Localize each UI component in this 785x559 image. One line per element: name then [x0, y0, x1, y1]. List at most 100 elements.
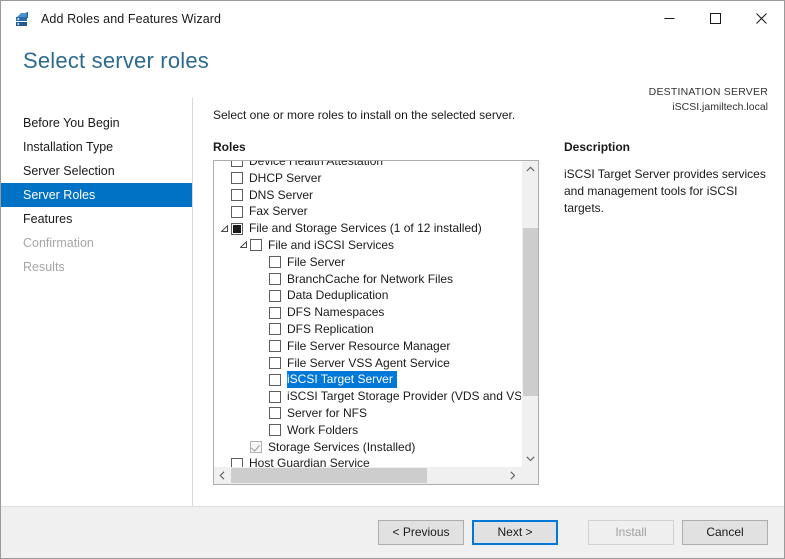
maximize-button[interactable]	[692, 1, 738, 36]
checkbox-unchecked[interactable]	[269, 256, 281, 269]
triangle-expanded-icon[interactable]	[218, 224, 231, 233]
roles-tree-vertical-scrollbar[interactable]	[521, 161, 538, 467]
tree-row-label: Server for NFS	[287, 405, 368, 420]
tree-row-label: Storage Services (Installed)	[268, 439, 416, 454]
wizard-window: Add Roles and Features Wizard Select ser…	[0, 0, 785, 559]
tree-row[interactable]: DNS Server	[214, 187, 521, 204]
sidebar-item-server-selection[interactable]: Server Selection	[1, 159, 192, 183]
chevron-left-icon[interactable]	[214, 467, 231, 484]
tree-row[interactable]: Data Deduplication	[214, 287, 521, 304]
tree-row-label: DHCP Server	[249, 170, 322, 185]
checkbox-unchecked[interactable]	[269, 323, 281, 336]
cancel-button[interactable]: Cancel	[682, 520, 768, 545]
sidebar-item-results: Results	[23, 260, 65, 274]
main-content: Select one or more roles to install on t…	[193, 98, 784, 506]
tree-row-label: BranchCache for Network Files	[287, 271, 454, 286]
tree-row-label: iSCSI Target Server	[287, 371, 397, 389]
tree-row-label: File Server VSS Agent Service	[287, 355, 450, 370]
title-bar: Add Roles and Features Wizard	[1, 1, 784, 36]
tree-row-label: Host Guardian Service	[249, 456, 370, 467]
checkbox-unchecked[interactable]	[231, 161, 243, 168]
scrollbar-corner	[521, 467, 538, 484]
previous-button[interactable]: < Previous	[378, 520, 464, 545]
tree-row[interactable]: iSCSI Target Server	[214, 371, 521, 389]
checkbox-unchecked[interactable]	[269, 289, 281, 302]
tree-row[interactable]: Host Guardian Service	[214, 455, 521, 467]
tree-row-label: DNS Server	[249, 187, 314, 202]
tree-row-label: File and iSCSI Services	[268, 237, 395, 252]
tree-row-label: DFS Namespaces	[287, 305, 385, 320]
tree-row-label: DFS Replication	[287, 321, 374, 336]
horizontal-scroll-thumb[interactable]	[231, 468, 427, 483]
tree-row[interactable]: File Server VSS Agent Service	[214, 355, 521, 372]
tree-row[interactable]: DFS Replication	[214, 321, 521, 338]
sidebar-item-installation-type[interactable]: Installation Type	[1, 135, 192, 159]
description-label: Description	[564, 140, 631, 154]
tree-row[interactable]: File Server	[214, 254, 521, 271]
roles-tree[interactable]: Device Health Attestation DHCP Server DNS …	[213, 160, 539, 485]
tree-row[interactable]: Storage Services (Installed)	[214, 439, 521, 456]
next-button[interactable]: Next >	[472, 520, 558, 545]
tree-row-label: Data Deduplication	[287, 288, 389, 303]
tree-row[interactable]: Device Health Attestation	[214, 161, 521, 170]
roles-label: Roles	[213, 140, 246, 154]
checkbox-unchecked[interactable]	[231, 457, 243, 467]
chevron-up-icon[interactable]	[522, 161, 538, 178]
tree-row[interactable]: Work Folders	[214, 422, 521, 439]
sidebar-item-server-roles[interactable]: Server Roles	[1, 183, 192, 207]
tree-row-label: File Server Resource Manager	[287, 338, 451, 353]
tree-row-label: Work Folders	[287, 422, 359, 437]
tree-row[interactable]: BranchCache for Network Files	[214, 271, 521, 288]
wizard-steps-nav: Before You Begin Installation Type Serve…	[1, 98, 193, 506]
checkbox-unchecked[interactable]	[231, 205, 243, 218]
wizard-footer: < Previous Next > Install Cancel	[1, 506, 784, 558]
description-column: Description iSCSI Target Server provides…	[539, 140, 784, 485]
checkbox-unchecked[interactable]	[250, 239, 262, 252]
tree-row-label: Device Health Attestation	[249, 161, 384, 168]
sidebar-item-before-you-begin[interactable]: Before You Begin	[1, 111, 192, 135]
checkbox-unchecked[interactable]	[269, 306, 281, 319]
window-controls	[646, 1, 784, 36]
tree-row[interactable]: Fax Server	[214, 203, 521, 220]
page-header: Select server roles DESTINATION SERVER i…	[1, 36, 784, 113]
sidebar-item-features[interactable]: Features	[1, 207, 192, 231]
tree-row-label: File and Storage Services (1 of 12 insta…	[249, 221, 482, 236]
checkbox-checked-disabled	[250, 440, 262, 453]
close-button[interactable]	[738, 1, 784, 36]
tree-row[interactable]: File and Storage Services (1 of 12 insta…	[214, 220, 521, 237]
vertical-scroll-thumb[interactable]	[523, 228, 538, 396]
chevron-down-icon[interactable]	[522, 450, 538, 467]
checkbox-unchecked[interactable]	[269, 272, 281, 285]
tree-row[interactable]: iSCSI Target Storage Provider (VDS and V…	[214, 388, 521, 405]
checkbox-unchecked[interactable]	[231, 188, 243, 201]
triangle-expanded-icon[interactable]	[237, 241, 250, 249]
window-title: Add Roles and Features Wizard	[41, 11, 222, 26]
checkbox-unchecked[interactable]	[269, 356, 281, 369]
roles-tree-viewport: Device Health Attestation DHCP Server DNS …	[214, 161, 521, 467]
tree-row-label: File Server	[287, 254, 346, 269]
tree-row[interactable]: DHCP Server	[214, 170, 521, 187]
sidebar-item-confirmation: Confirmation	[23, 236, 94, 250]
tree-row[interactable]: Server for NFS	[214, 405, 521, 422]
checkbox-unchecked[interactable]	[269, 407, 281, 420]
instruction-text: Select one or more roles to install on t…	[213, 108, 516, 122]
checkbox-partial[interactable]	[231, 222, 243, 235]
roles-tree-horizontal-scrollbar[interactable]	[214, 467, 521, 484]
chevron-right-icon[interactable]	[504, 467, 521, 484]
server-manager-icon	[14, 10, 32, 28]
checkbox-unchecked[interactable]	[269, 340, 281, 353]
minimize-button[interactable]	[646, 1, 692, 36]
description-text: iSCSI Target Server provides services an…	[564, 167, 766, 215]
checkbox-unchecked[interactable]	[269, 390, 281, 403]
roles-column: Roles Device Health Attestation DHCP Serv…	[213, 140, 539, 485]
tree-row-label: Fax Server	[249, 204, 308, 219]
tree-row[interactable]: File Server Resource Manager	[214, 338, 521, 355]
tree-row[interactable]: DFS Namespaces	[214, 304, 521, 321]
wizard-body: Before You Begin Installation Type Serve…	[1, 98, 784, 506]
checkbox-unchecked[interactable]	[269, 424, 281, 437]
tree-row-label: iSCSI Target Storage Provider (VDS and V…	[287, 389, 521, 404]
install-button: Install	[588, 520, 674, 545]
checkbox-unchecked[interactable]	[269, 373, 281, 386]
checkbox-unchecked[interactable]	[231, 172, 243, 185]
tree-row[interactable]: File and iSCSI Services	[214, 237, 521, 254]
